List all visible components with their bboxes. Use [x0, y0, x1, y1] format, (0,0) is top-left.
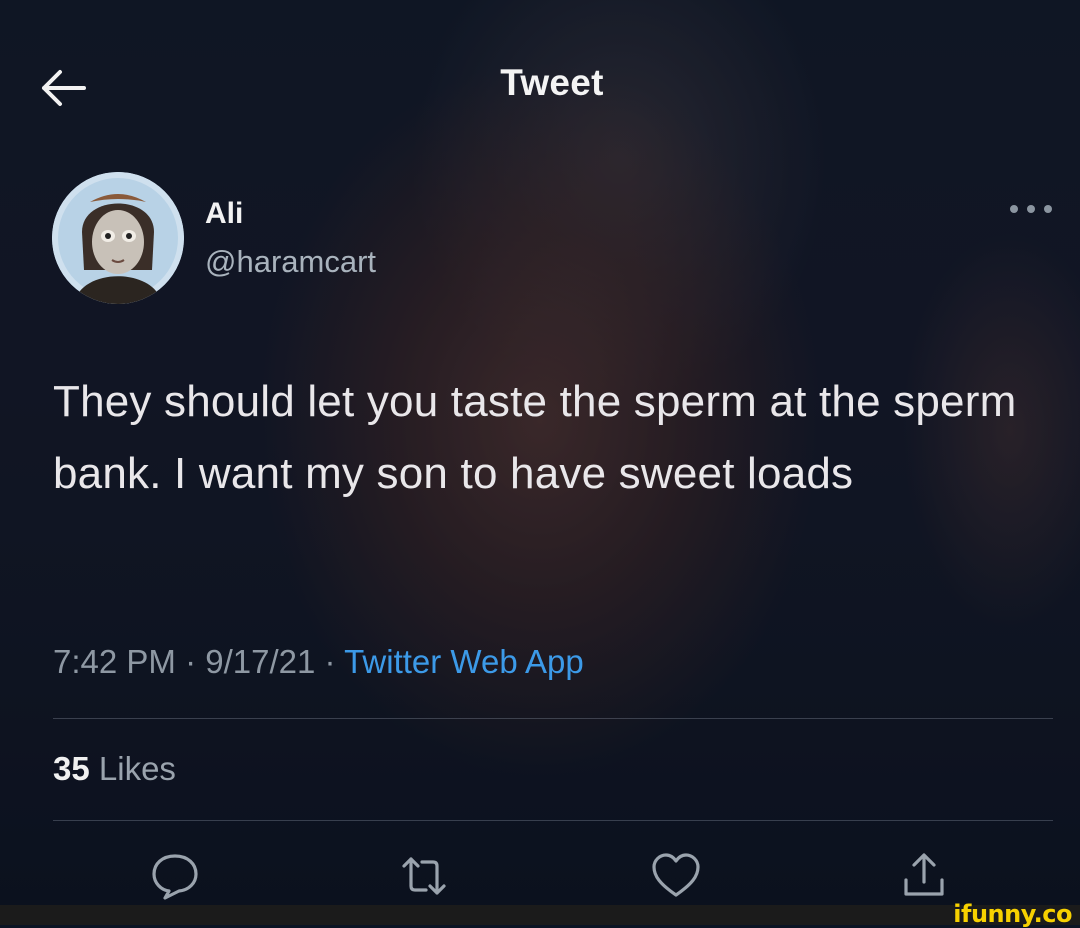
share-icon[interactable]: [898, 850, 950, 902]
more-options-icon[interactable]: [1008, 201, 1054, 217]
author-name[interactable]: Ali: [205, 197, 243, 231]
divider: [53, 820, 1053, 821]
watermark-bar: [0, 905, 1080, 925]
watermark-logo: ifunny.co: [953, 900, 1072, 928]
tweet-meta: 7:42 PM · 9/17/21 · Twitter Web App: [53, 643, 584, 681]
heart-icon[interactable]: [650, 850, 702, 902]
likes-label: Likes: [98, 750, 176, 787]
reply-icon[interactable]: [149, 850, 201, 902]
retweet-icon[interactable]: [398, 850, 450, 902]
divider: [53, 718, 1053, 719]
likes-count: 35: [53, 750, 90, 787]
author-handle[interactable]: @haramcart: [205, 244, 376, 280]
tweet-time: 7:42 PM: [53, 643, 176, 680]
tweet-text: They should let you taste the sperm at t…: [53, 377, 1017, 498]
likes-stat[interactable]: 35 Likes: [53, 750, 176, 788]
avatar[interactable]: [52, 172, 184, 304]
tweet-source-link[interactable]: Twitter Web App: [344, 643, 584, 680]
meta-separator: ·: [315, 643, 345, 680]
page-title: Tweet: [500, 62, 604, 103]
avatar-image: [52, 172, 184, 304]
meta-separator: ·: [175, 643, 206, 680]
tweet-date: 9/17/21: [205, 643, 316, 680]
